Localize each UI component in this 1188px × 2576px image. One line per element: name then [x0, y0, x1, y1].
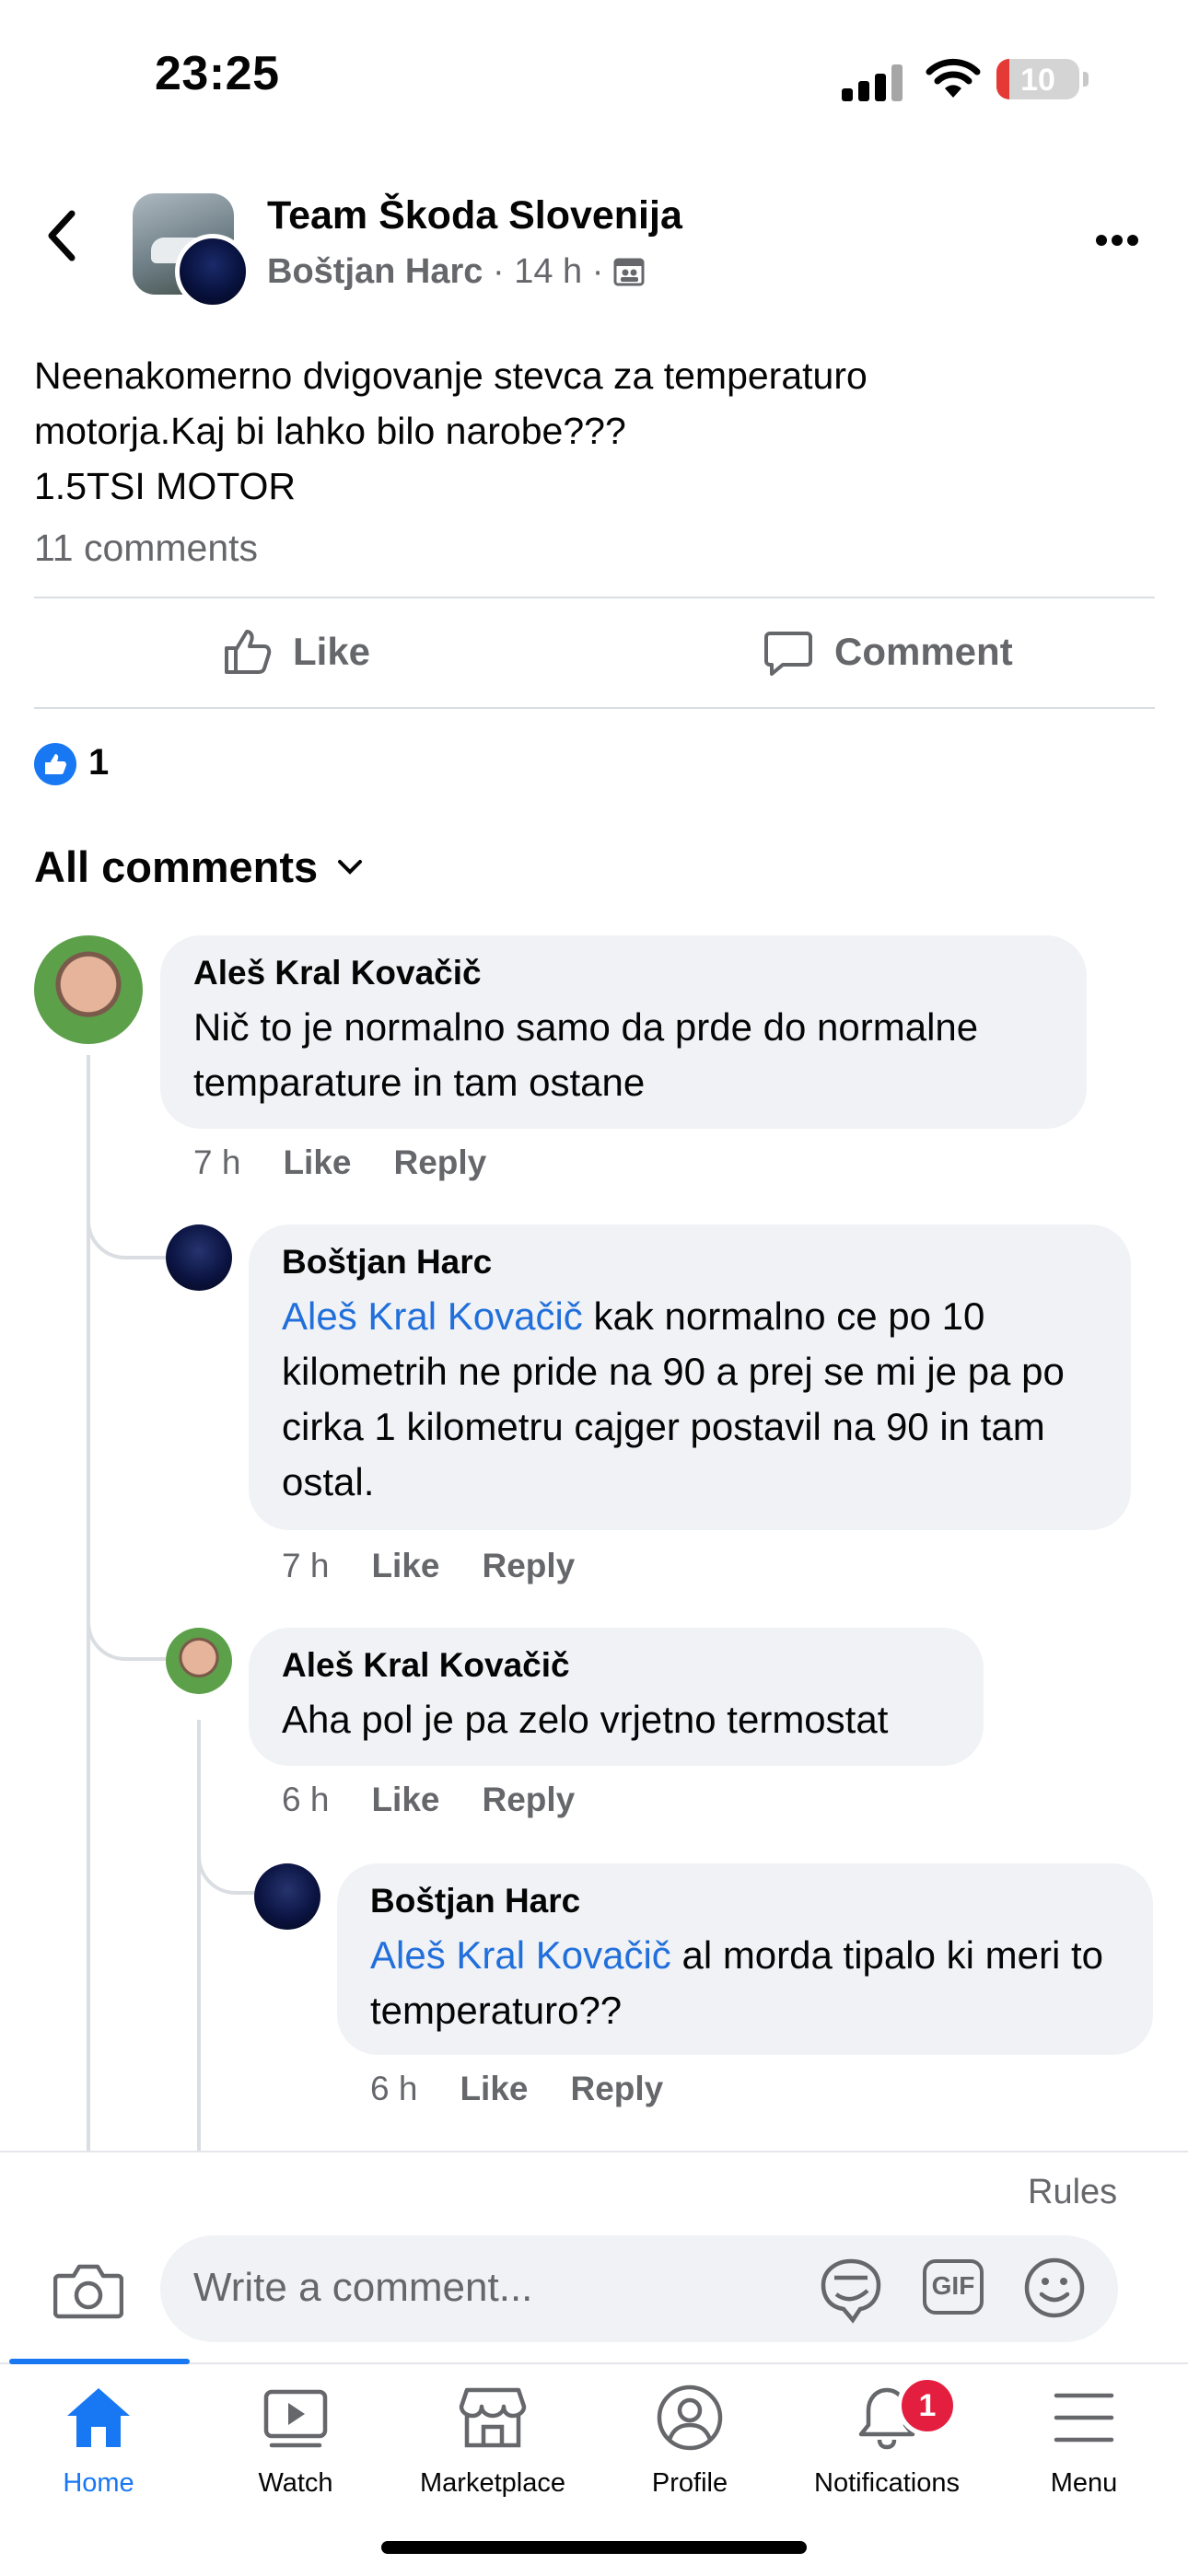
tab-label: Watch: [258, 2468, 333, 2498]
comment-actions: 7 h Like Reply: [282, 1547, 575, 1585]
commenter-avatar[interactable]: [166, 1224, 232, 1291]
reaction-count[interactable]: 1: [88, 742, 109, 783]
comment-author[interactable]: Boštjan Harc: [370, 1882, 1120, 1920]
gif-button[interactable]: GIF: [923, 2259, 984, 2315]
status-time: 23:25: [155, 47, 280, 100]
watch-icon: [263, 2389, 328, 2448]
thread-line: [197, 1720, 201, 2151]
back-arrow-icon[interactable]: [42, 208, 79, 263]
divider: [34, 707, 1155, 709]
comment-input-placeholder: Write a comment...: [193, 2265, 533, 2310]
tab-home[interactable]: Home: [0, 2385, 197, 2499]
comment-icon: [764, 632, 812, 676]
group-name[interactable]: Team Škoda Slovenija: [267, 193, 682, 238]
menu-icon: [1054, 2393, 1114, 2443]
comment-time: 7 h: [282, 1547, 330, 1584]
home-icon: [67, 2388, 130, 2447]
post-text-line: 1.5TSI MOTOR: [34, 465, 297, 507]
comments-filter-label: All comments: [34, 842, 319, 891]
comment-bubble: Aleš Kral Kovačič Aha pol je pa zelo vrj…: [249, 1628, 984, 1766]
thumbs-up-icon: [225, 630, 272, 674]
comment-author[interactable]: Aleš Kral Kovačič: [193, 954, 1054, 992]
post-text-line: motorja.Kaj bi lahko bilo narobe???: [34, 410, 626, 452]
avatar-sticker-icon[interactable]: [816, 2257, 886, 2324]
mention-link[interactable]: Aleš Kral Kovačič: [370, 1933, 671, 1977]
camera-icon[interactable]: [53, 2261, 123, 2320]
active-tab-indicator: [9, 2359, 190, 2364]
thread-connector: [197, 1814, 262, 1895]
home-indicator: [381, 2541, 807, 2554]
author-avatar[interactable]: [175, 234, 250, 309]
rules-link[interactable]: Rules: [1028, 2173, 1117, 2212]
comment-author[interactable]: Boštjan Harc: [282, 1243, 1098, 1282]
thread-connector: [87, 1574, 166, 1661]
comments-count[interactable]: 11 comments: [34, 527, 258, 570]
thread-connector: [87, 1178, 166, 1259]
comment-actions: 6 h Like Reply: [370, 2070, 663, 2108]
post-time: 14 h: [514, 252, 583, 291]
comment-reply-button[interactable]: Reply: [482, 1781, 575, 1819]
mention-link[interactable]: Aleš Kral Kovačič: [282, 1294, 583, 1338]
chevron-down-icon: [338, 859, 363, 875]
tab-label: Notifications: [814, 2468, 960, 2498]
tab-profile[interactable]: Profile: [591, 2385, 788, 2499]
comment-time: 7 h: [193, 1143, 241, 1181]
tab-watch[interactable]: Watch: [197, 2385, 394, 2499]
cellular-signal-icon: [842, 64, 919, 101]
tab-label: Menu: [1050, 2468, 1118, 2498]
post-meta: Boštjan Harc · 14 h ·: [267, 252, 645, 292]
tab-label: Marketplace: [420, 2468, 565, 2498]
like-button[interactable]: Like: [221, 626, 370, 678]
comment-button[interactable]: Comment: [763, 626, 1013, 678]
comment-text: Nič to je normalno samo da prde do norma…: [193, 1005, 979, 1104]
like-reaction-icon[interactable]: [34, 743, 76, 785]
post-text-line: Neenakomerno dvigovanje stevca za temper…: [34, 354, 868, 397]
wifi-icon: [926, 58, 981, 98]
like-label: Like: [293, 630, 371, 673]
emoji-icon[interactable]: [1022, 2256, 1087, 2320]
group-privacy-icon: [613, 258, 645, 286]
battery-icon: 10: [996, 59, 1079, 99]
divider: [34, 597, 1155, 598]
notification-badge: 1: [897, 2375, 958, 2436]
post-text: Neenakomerno dvigovanje stevca za temper…: [34, 348, 1148, 514]
commenter-avatar[interactable]: [254, 1863, 320, 1930]
comment-input[interactable]: Write a comment... GIF: [160, 2235, 1118, 2342]
commenter-avatar[interactable]: [34, 935, 143, 1044]
post-author[interactable]: Boštjan Harc: [267, 252, 483, 291]
comment-text: Aleš Kral Kovačič kak normalno ce po 10 …: [282, 1289, 1098, 1510]
comment-label: Comment: [834, 630, 1013, 673]
tab-label: Profile: [651, 2468, 728, 2498]
profile-icon: [657, 2385, 723, 2451]
tab-label: Home: [63, 2468, 134, 2498]
comment-bubble: Aleš Kral Kovačič Nič to je normalno sam…: [160, 935, 1087, 1129]
comment-reply-button[interactable]: Reply: [570, 2070, 663, 2108]
comment-like-button[interactable]: Like: [460, 2070, 528, 2108]
comment-author[interactable]: Aleš Kral Kovačič: [282, 1646, 950, 1685]
comment-time: 6 h: [282, 1781, 330, 1818]
tab-menu[interactable]: Menu: [985, 2385, 1182, 2499]
comment-actions: 7 h Like Reply: [193, 1143, 486, 1182]
more-options-icon[interactable]: [1096, 234, 1143, 250]
battery-level: 10: [1020, 63, 1055, 98]
comment-reply-button[interactable]: Reply: [393, 1143, 486, 1182]
comments-filter[interactable]: All comments: [34, 841, 364, 892]
marketplace-icon: [459, 2387, 527, 2448]
comment-like-button[interactable]: Like: [371, 1781, 439, 1819]
tab-marketplace[interactable]: Marketplace: [394, 2385, 591, 2499]
comment-text: Aleš Kral Kovačič al morda tipalo ki mer…: [370, 1928, 1120, 2038]
commenter-avatar[interactable]: [166, 1628, 232, 1694]
comment-bubble: Boštjan Harc Aleš Kral Kovačič kak norma…: [249, 1224, 1131, 1530]
comment-like-button[interactable]: Like: [371, 1547, 439, 1585]
comment-time: 6 h: [370, 2070, 418, 2107]
comment-actions: 6 h Like Reply: [282, 1781, 575, 1819]
comment-like-button[interactable]: Like: [283, 1143, 351, 1182]
comment-bubble: Boštjan Harc Aleš Kral Kovačič al morda …: [337, 1863, 1153, 2055]
battery-tip: [1083, 72, 1089, 87]
comment-reply-button[interactable]: Reply: [482, 1547, 575, 1585]
comment-text: Aha pol je pa zelo vrjetno termostat: [282, 1698, 889, 1741]
